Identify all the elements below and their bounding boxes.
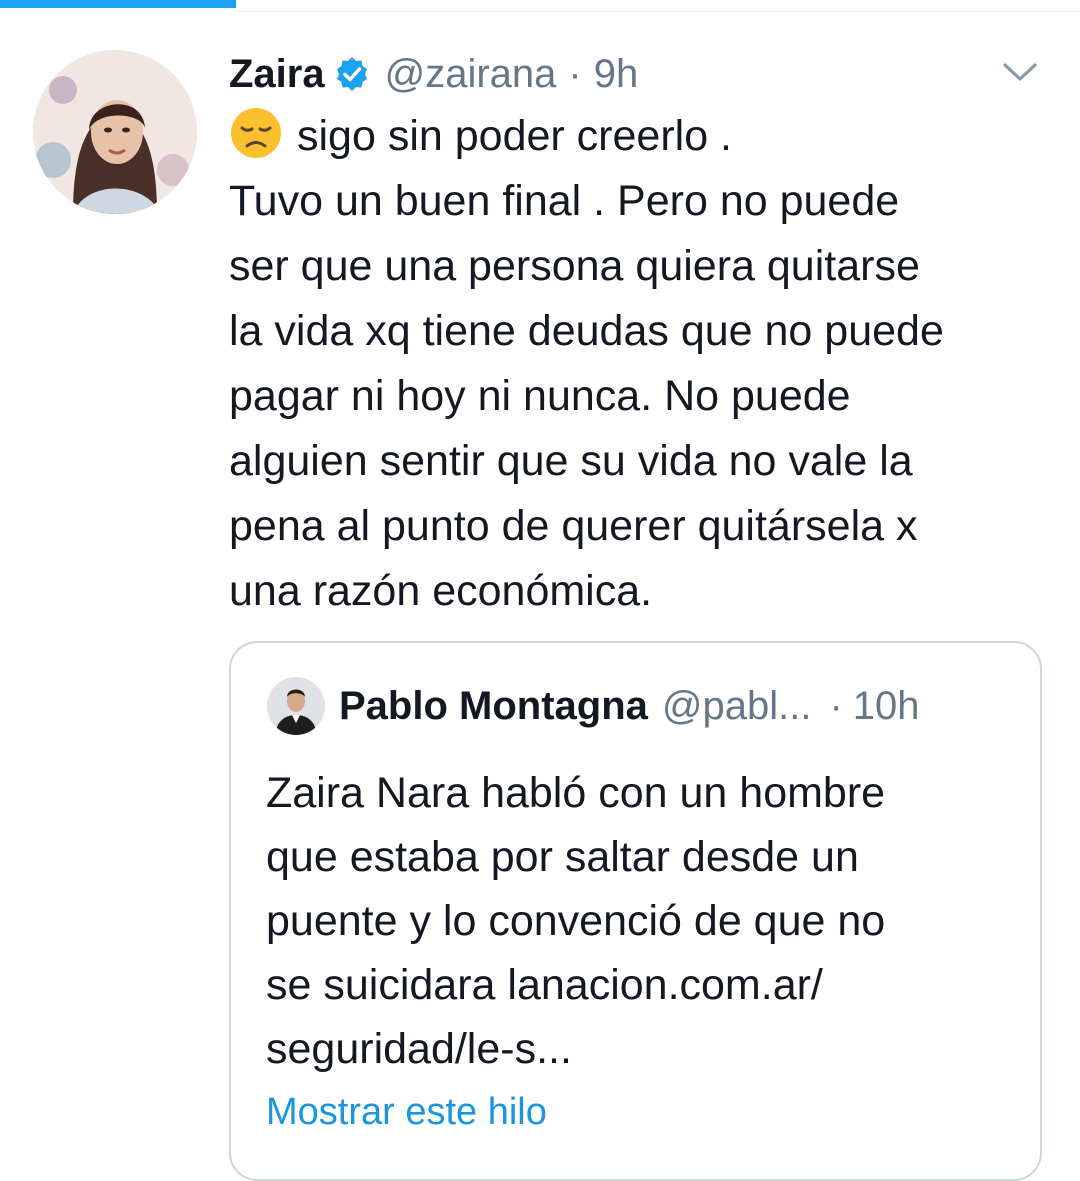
quoted-separator-dot: · (829, 683, 843, 728)
quoted-tweet-text: Zaira Nara habló con un hombre que estab… (266, 769, 886, 1073)
disappointed-face-icon (229, 106, 283, 160)
avatar[interactable] (33, 50, 197, 214)
show-thread-link[interactable]: Mostrar este hilo (266, 1091, 547, 1134)
tweet-text-body: Tuvo un buen final . Pero no puede ser q… (229, 177, 944, 615)
display-name[interactable]: Zaira (229, 52, 325, 97)
timestamp[interactable]: 9h (594, 52, 639, 97)
tweet-header: Zaira @zairana · 9h (229, 48, 638, 100)
quoted-avatar (267, 677, 325, 735)
quoted-tweet-header: Pablo Montagna @pabl... · 10h (339, 679, 920, 733)
quoted-user-handle[interactable]: @pabl... (662, 684, 812, 729)
user-handle[interactable]: @zairana (385, 52, 557, 97)
quoted-display-name[interactable]: Pablo Montagna (339, 684, 648, 729)
tweet-text-first-line: sigo sin poder creerlo . (297, 112, 732, 160)
chevron-down-icon[interactable] (1000, 58, 1040, 86)
separator-dot: · (568, 51, 582, 96)
quoted-tweet-card[interactable]: Pablo Montagna @pabl... · 10h Zaira Nara… (229, 641, 1042, 1181)
avatar-image (33, 50, 197, 214)
tweet[interactable]: Zaira @zairana · 9h sigo sin poder creer… (0, 0, 1080, 1181)
verified-badge-icon (333, 55, 371, 93)
tweet-text: sigo sin poder creerlo . Tuvo un buen fi… (229, 104, 1059, 624)
quoted-timestamp[interactable]: 10h (853, 684, 920, 729)
